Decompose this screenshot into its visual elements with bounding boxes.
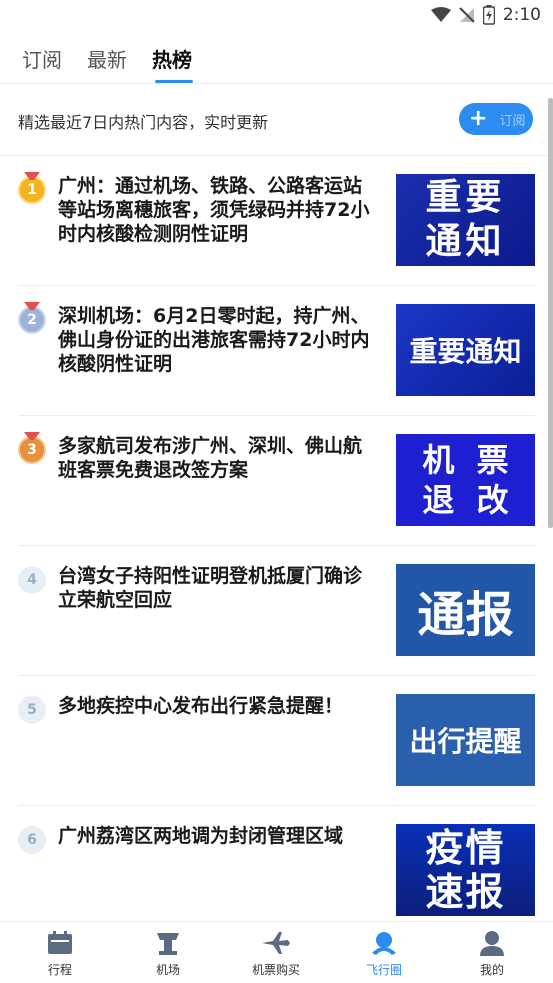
thumbnail-text: 通报 <box>417 587 514 643</box>
nav-item-buy-tickets[interactable]: 机票购买 <box>226 928 326 978</box>
battery-icon <box>482 5 495 25</box>
thumbnail-text: 速报 <box>425 870 506 914</box>
top-tabs: 订阅 最新 热榜 <box>0 32 553 84</box>
thumbnail-text: 疫情 <box>425 826 506 870</box>
plus-icon: + <box>469 106 488 131</box>
silver-medal-icon: 2 <box>18 306 46 334</box>
rank-number: 4 <box>27 572 37 588</box>
item-thumbnail: 通报 <box>396 564 535 656</box>
gold-medal-icon: 1 <box>18 176 46 204</box>
thumbnail-text: 机 票 <box>422 441 509 479</box>
tab-latest[interactable]: 最新 <box>87 44 127 73</box>
thumbnail-text: 出行提醒 <box>409 725 522 758</box>
rank-number: 5 <box>27 702 37 718</box>
status-time: 2:10 <box>502 5 541 25</box>
subscribe-label: 订阅 <box>499 113 526 129</box>
thumbnail-text: 重要 <box>425 177 506 218</box>
control-tower-icon <box>153 928 183 958</box>
item-title: 广州荔湾区两地调为封闭管理区域 <box>58 825 344 847</box>
subscribe-button[interactable]: + 订阅 <box>459 103 533 135</box>
rank-badge: 5 <box>18 696 46 724</box>
list-item[interactable]: 4 台湾女子持阳性证明登机抵厦门确诊立荣航空回应 通报 <box>18 546 535 676</box>
nav-label: 飞行圈 <box>365 963 402 977</box>
list-item[interactable]: 6 广州荔湾区两地调为封闭管理区域 疫情 速报 <box>18 806 535 936</box>
item-title: 广州：通过机场、铁路、公路客运站等站场离穗旅客，须凭绿码并持72小时内核酸检测阴… <box>58 175 370 245</box>
nav-item-airport[interactable]: 机场 <box>118 928 218 978</box>
rank-number: 3 <box>27 442 37 458</box>
nav-label: 机票购买 <box>251 963 300 977</box>
item-thumbnail: 机 票 退 改 <box>396 434 535 526</box>
list-item[interactable]: 1 广州：通过机场、铁路、公路客运站等站场离穗旅客，须凭绿码并持72小时内核酸检… <box>18 156 535 286</box>
list-item[interactable]: 3 多家航司发布涉广州、深圳、佛山航班客票免费退改签方案 机 票 退 改 <box>18 416 535 546</box>
trending-description: 精选最近7日内热门内容，实时更新 <box>18 113 269 132</box>
thumbnail-text: 通知 <box>425 221 506 262</box>
wifi-icon <box>430 7 451 22</box>
rank-badge: 4 <box>18 566 46 594</box>
list-item[interactable]: 2 深圳机场：6月2日零时起，持广州、佛山身份证的出港旅客需持72小时内核酸阴性… <box>18 286 535 416</box>
nav-item-itinerary[interactable]: 行程 <box>10 928 110 978</box>
nav-item-me[interactable]: 我的 <box>442 928 542 978</box>
rank-number: 1 <box>27 182 37 198</box>
medal-ribbon-icon <box>24 302 40 310</box>
status-icons: 2:10 <box>430 5 541 25</box>
item-title: 多家航司发布涉广州、深圳、佛山航班客票免费退改签方案 <box>58 435 363 481</box>
nav-item-flight-circle[interactable]: 飞行圈 <box>334 928 434 978</box>
nav-label: 我的 <box>479 963 504 977</box>
calendar-icon <box>45 928 75 958</box>
person-icon <box>477 928 507 958</box>
status-bar: 2:10 <box>0 0 553 32</box>
rank-badge: 6 <box>18 826 46 854</box>
item-title: 台湾女子持阳性证明登机抵厦门确诊立荣航空回应 <box>58 565 363 611</box>
thumbnail-text: 重要通知 <box>409 335 522 368</box>
tab-subscribed[interactable]: 订阅 <box>22 44 62 73</box>
tab-trending[interactable]: 热榜 <box>152 44 192 73</box>
flight-circle-icon <box>369 928 399 958</box>
item-title: 多地疾控中心发布出行紧急提醒！ <box>58 695 344 717</box>
bronze-medal-icon: 3 <box>18 436 46 464</box>
item-thumbnail: 重要 通知 <box>396 174 535 266</box>
medal-ribbon-icon <box>24 432 40 440</box>
no-signal-icon <box>459 7 475 23</box>
medal-ribbon-icon <box>24 172 40 180</box>
item-thumbnail: 出行提醒 <box>396 694 535 786</box>
item-thumbnail: 重要通知 <box>396 304 535 396</box>
list-item[interactable]: 5 多地疾控中心发布出行紧急提醒！ 出行提醒 <box>18 676 535 806</box>
scrollbar[interactable] <box>548 98 553 528</box>
nav-label: 机场 <box>155 963 180 977</box>
thumbnail-text: 退 改 <box>422 481 509 519</box>
bottom-nav: 行程 机场 机票购买 飞行圈 我的 <box>0 921 553 983</box>
rank-number: 6 <box>27 832 37 848</box>
active-tab-indicator <box>155 80 193 83</box>
item-thumbnail: 疫情 速报 <box>396 824 535 916</box>
item-title: 深圳机场：6月2日零时起，持广州、佛山身份证的出港旅客需持72小时内核酸阴性证明 <box>58 305 370 375</box>
nav-label: 行程 <box>47 963 72 977</box>
airplane-icon <box>261 928 291 958</box>
rank-number: 2 <box>27 312 37 328</box>
